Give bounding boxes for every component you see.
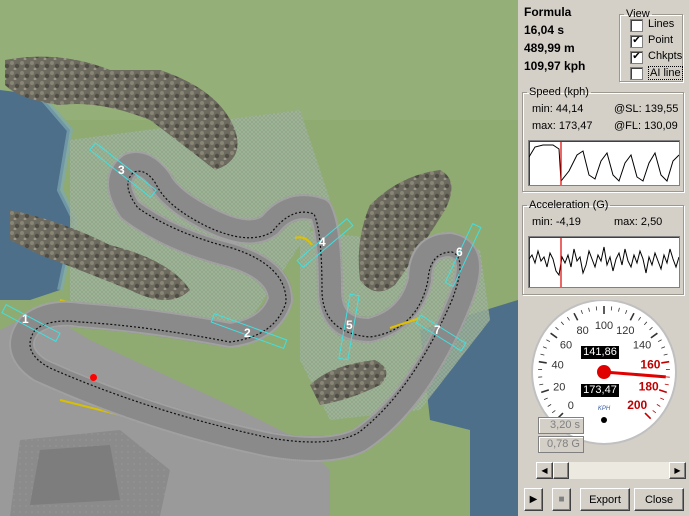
speed-max: max: 173,47 [532, 120, 593, 132]
checkpoint-1-label: 1 [22, 312, 29, 326]
gauge-label-100: 100 [595, 320, 613, 332]
point-label: Point [648, 34, 674, 46]
accel-min: min: -4,19 [532, 216, 581, 228]
gauge-label-200: 200 [627, 398, 647, 412]
gauge-label-160: 160 [640, 358, 660, 372]
gauge-label-120: 120 [616, 325, 634, 337]
stop-button[interactable]: ■ [552, 488, 571, 511]
car-position-marker [90, 374, 97, 381]
checkpoint-2-label: 2 [244, 326, 251, 340]
scroll-right-button[interactable]: ▶ [669, 462, 686, 479]
gauge-label-60: 60 [560, 339, 572, 351]
play-button[interactable]: ▶ [524, 488, 543, 511]
point-checkbox[interactable]: ✔ [630, 35, 643, 48]
gauge-label-20: 20 [553, 382, 565, 394]
gauge-label-0: 0 [568, 400, 574, 412]
timeline-scrollbar[interactable]: ◀ ▶ [536, 462, 686, 479]
track-map[interactable]: 1 2 3 4 5 6 7 [0, 0, 518, 516]
gauge-label-180: 180 [639, 380, 659, 394]
scroll-left-icon: ◀ [541, 466, 548, 475]
scroll-thumb[interactable] [553, 462, 569, 479]
chkpts-checkbox[interactable]: ✔ [630, 51, 643, 64]
checkpoint-4-label: 4 [319, 235, 326, 249]
gauge-label-40: 40 [551, 360, 563, 372]
lap-time: 16,04 s [524, 23, 565, 37]
speed-graph-canvas [528, 141, 680, 185]
speed-sl: @SL: 139,55 [614, 103, 679, 115]
gauge-label-140: 140 [633, 339, 651, 351]
speed-display-bottom: 173,47 [581, 384, 619, 397]
svg-text:KPH: KPH [598, 406, 611, 412]
acceleration-graph[interactable] [528, 236, 680, 288]
checkpoint-6-label: 6 [456, 245, 463, 259]
telemetry-panel: Formula 16,04 s 489,99 m 109,97 kph View… [518, 0, 689, 516]
scroll-left-button[interactable]: ◀ [536, 462, 553, 479]
acceleration-graph-canvas [528, 237, 680, 287]
chkpts-check-icon: ✔ [632, 51, 641, 62]
g-readout: 0,78 G [538, 436, 584, 453]
time-readout: 3,20 s [538, 417, 584, 434]
point-check-icon: ✔ [632, 35, 641, 46]
export-button[interactable]: Export [580, 488, 630, 511]
speed-fl: @FL: 130,09 [614, 120, 678, 132]
track-map-canvas[interactable] [0, 0, 518, 516]
speed-display-top: 141,86 [581, 346, 619, 359]
car-name: Formula [524, 5, 572, 19]
lines-label: Lines [648, 18, 675, 30]
scroll-right-icon: ▶ [674, 466, 681, 475]
checkpoint-3-label: 3 [118, 163, 125, 177]
accel-max: max: 2,50 [614, 216, 663, 228]
ai-line-checkbox[interactable] [630, 67, 643, 80]
speed-min: min: 44,14 [532, 103, 584, 115]
close-button[interactable]: Close [634, 488, 684, 511]
checkpoint-7-label: 7 [434, 323, 441, 337]
ai-line-label: AI line [648, 66, 683, 80]
gauge-label-80: 80 [577, 325, 589, 337]
checkpoint-5-label: 5 [346, 318, 353, 332]
distance: 489,99 m [524, 41, 575, 55]
chkpts-label: Chkpts [648, 50, 683, 62]
current-speed: 109,97 kph [524, 59, 586, 73]
speed-group-title: Speed (kph) [529, 86, 589, 98]
lines-checkbox[interactable] [630, 19, 643, 32]
acceleration-group-title: Acceleration (G) [529, 199, 609, 211]
speed-graph[interactable] [528, 140, 680, 186]
